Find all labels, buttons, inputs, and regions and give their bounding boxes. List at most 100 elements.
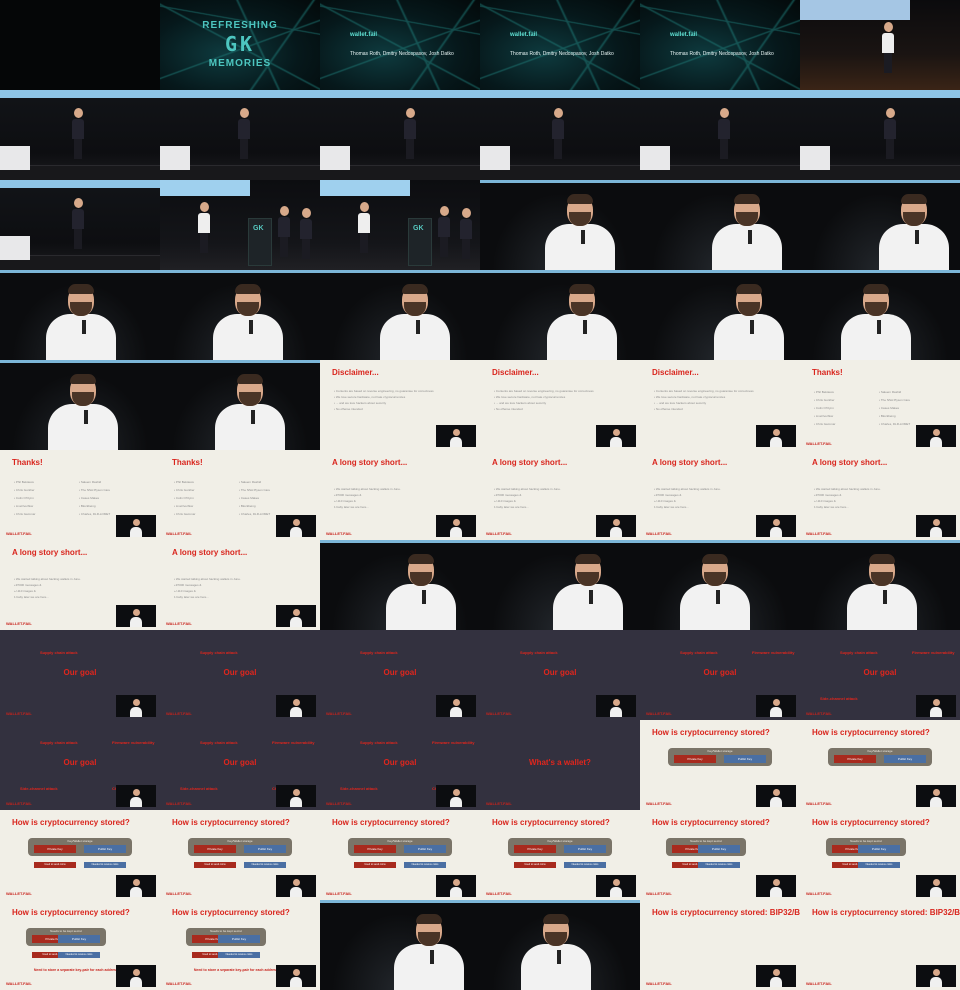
speaker-mini-head [932, 429, 940, 436]
video-frame-thumbnail [800, 180, 960, 270]
speaker-closeup [215, 370, 285, 450]
person-head [199, 202, 209, 212]
speaker-hair [901, 194, 927, 204]
speaker-figure [300, 208, 312, 259]
stage-screen-edge [480, 180, 640, 183]
speaker-mini-body [450, 527, 462, 537]
public-key-box: Public Key [404, 845, 446, 853]
slide-bullets: • We started talking about hacking walle… [14, 576, 124, 600]
speaker-mini [770, 969, 782, 987]
key-storage-label: Key/Wallet storage [547, 839, 573, 843]
thanks-name: • Colin O'Flynn [14, 496, 34, 500]
key-diagram: Needs to be kept secret Private Key Public… [826, 838, 906, 868]
private-key-box: Private Key [514, 845, 556, 853]
speaker-mini [930, 969, 942, 987]
speaker-cam-inset [116, 515, 156, 537]
video-frame-thumbnail [640, 270, 800, 360]
speaker-mini-head [292, 789, 300, 796]
video-frame-thumbnail: How is cryptocurrency stored? Key/Wallet … [480, 810, 640, 900]
person-torso [300, 219, 312, 239]
speaker-cam-inset [756, 875, 796, 897]
speaker-cam-inset [276, 785, 316, 807]
video-frame-thumbnail [320, 900, 480, 990]
slide-footer-logo: WALLET.FAIL [166, 711, 192, 716]
video-frame-thumbnail: Thanks! • Phil Bektasov • Chris Gunther • C… [800, 360, 960, 450]
key-diagram: Needs to be kept secret Private Key Public… [26, 928, 106, 958]
microphone-icon [915, 230, 919, 244]
speaker-hair [235, 284, 261, 294]
public-key-note: Needed to receive coins [564, 862, 606, 868]
thanks-name: • The NSA Plyson Care [879, 398, 911, 402]
slide-footer-logo: WALLET.FAIL [806, 441, 832, 446]
person-torso [718, 119, 730, 139]
slide-footer-logo: WALLET.FAIL [326, 891, 352, 896]
speaker-shirt [48, 404, 118, 450]
slide-footer-logo: WALLET.FAIL [326, 711, 352, 716]
video-frame-thumbnail: What's a wallet? WALLET.FAIL [480, 720, 640, 810]
video-frame-thumbnail: How is cryptocurrency stored: BIP32/BIP4… [640, 900, 800, 990]
slide-title: Our goal [703, 668, 737, 677]
speaker-mini [130, 519, 142, 537]
person-legs [554, 139, 562, 159]
goal-label: Supply chain attack [360, 650, 398, 655]
video-frame-thumbnail [800, 90, 960, 180]
goal-label: Supply chain attack [520, 650, 558, 655]
slide-footer-logo: WALLET.FAIL [646, 801, 672, 806]
stage-screen-edge [160, 360, 320, 363]
goal-label: Firmware vulnerability [272, 740, 315, 745]
slide-bullets: • We started talking about hacking walle… [814, 486, 924, 510]
video-frame-thumbnail [0, 270, 160, 360]
video-frame-thumbnail: How is cryptocurrency stored? Needs to be… [640, 810, 800, 900]
stage-screen-edge [800, 180, 960, 183]
speaker-mini [610, 429, 622, 447]
talk-title: wallet.fail [350, 32, 378, 38]
video-frame-thumbnail [480, 270, 640, 360]
microphone-icon [581, 230, 585, 244]
speaker-hair [575, 554, 601, 564]
person-head [885, 108, 895, 118]
speaker-cam-inset [276, 965, 316, 987]
person-legs [440, 237, 448, 257]
private-key-box: Private Key [34, 845, 76, 853]
slide-footer-logo: WALLET.FAIL [6, 711, 32, 716]
microphone-icon [251, 410, 255, 424]
speaker-hair [70, 374, 96, 384]
video-frame-thumbnail [0, 180, 160, 270]
speaker-mini-head [132, 699, 140, 706]
talk-title: wallet.fail [670, 32, 698, 38]
video-frame-thumbnail: Our goal Supply chain attack Firmware vuln… [800, 630, 960, 720]
speaker-shirt [714, 314, 784, 360]
stage-screen-edge [640, 90, 800, 98]
private-key-box: Private Key [834, 755, 876, 763]
goal-label: Supply chain attack [840, 650, 878, 655]
stage-monitor [0, 146, 30, 170]
speaker-mini [770, 699, 782, 717]
microphone-icon [877, 320, 881, 334]
speaker-mini [930, 879, 942, 897]
stage-screen-edge [0, 270, 160, 273]
speaker-cam-inset [916, 875, 956, 897]
bullet: • No offense intended [494, 407, 523, 411]
thanks-name: • Saleem Rashid [879, 390, 902, 394]
speaker-mini-body [930, 437, 942, 447]
public-key-note: Needed to receive coins [58, 952, 100, 958]
slide-title: Thanks! [812, 368, 843, 377]
speaker-shirt [712, 224, 782, 270]
stage-screen-edge [640, 270, 800, 273]
logo-line-1: REFRESHING [202, 20, 278, 31]
stage-screen [320, 180, 410, 196]
public-key-box: Public Key [724, 755, 766, 763]
goal-label: Supply chain attack [360, 740, 398, 745]
network-lines [640, 0, 800, 90]
speaker-mini-head [452, 519, 460, 526]
sub-bullet: 1 baby later we are here... [814, 505, 849, 509]
talk-authors: Thomas Roth, Dmitry Nedospasov, Josh Dat… [670, 51, 774, 57]
speaker-shirt [680, 584, 750, 630]
speaker-mini-body [610, 437, 622, 447]
slide-footer-logo: WALLET.FAIL [6, 621, 32, 626]
speaker-closeup [712, 190, 782, 270]
stage-screen-edge [640, 180, 800, 183]
key-diagram: Key/Wallet storage Private Key Public Key U… [508, 838, 612, 868]
slide-title: Our goal [383, 668, 417, 677]
stage-screen-edge [480, 90, 640, 98]
